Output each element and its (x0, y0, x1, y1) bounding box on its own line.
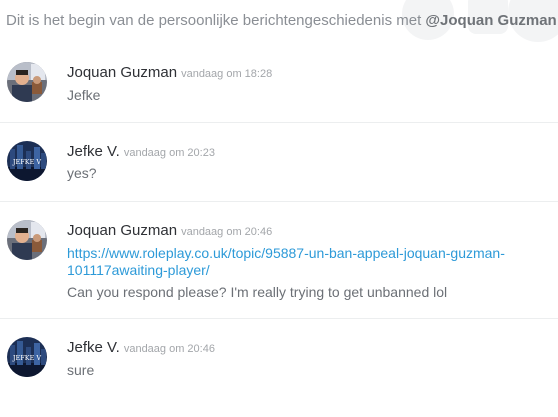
avatar-label: JEFKE V (12, 158, 42, 166)
link-text-line-1[interactable]: https://www.roleplay.co.uk/topic/95887-u… (67, 245, 505, 261)
message-text: sure (67, 362, 95, 378)
avatar-joquan[interactable] (7, 62, 47, 102)
message-username[interactable]: Jefke V. (67, 143, 120, 160)
avatar-jefke[interactable]: JEFKE V (7, 337, 47, 377)
message-divider (0, 201, 558, 202)
avatar-jefke[interactable]: JEFKE V (7, 141, 47, 181)
message-username[interactable]: Jefke V. (67, 339, 120, 356)
message-divider (0, 122, 558, 123)
message-timestamp: vandaag om 20:46 (181, 226, 273, 238)
city-skyline-avatar-icon: JEFKE V (7, 141, 47, 181)
city-skyline-avatar-icon: JEFKE V (7, 337, 47, 377)
message-link-continued[interactable]: 101117awaiting-player/ (67, 262, 210, 278)
intro-text: Dit is het begin van de persoonlijke ber… (6, 12, 426, 29)
message-text: yes? (67, 165, 97, 181)
message-timestamp: vandaag om 20:23 (123, 147, 215, 159)
user-mention[interactable]: @Joquan Guzman (425, 12, 556, 29)
avatar-joquan[interactable] (7, 220, 47, 260)
message-username[interactable]: Joquan Guzman (67, 222, 177, 239)
dm-chat-window: Dit is het begin van de persoonlijke ber… (0, 0, 558, 417)
avatar-label: JEFKE V (12, 354, 42, 362)
user-photo-avatar-icon (7, 62, 47, 102)
message-timestamp: vandaag om 18:28 (181, 68, 273, 80)
message-text: Can you respond please? I'm really tryin… (67, 284, 448, 300)
dm-history-intro: Dit is het begin van de persoonlijke ber… (6, 12, 558, 29)
message-link[interactable]: https://www.roleplay.co.uk/topic/95887-u… (67, 245, 505, 261)
link-text-line-2[interactable]: 101117awaiting-player/ (67, 262, 210, 278)
message-divider (0, 318, 558, 319)
user-photo-avatar-icon (7, 220, 47, 260)
message-username[interactable]: Joquan Guzman (67, 64, 177, 81)
message-timestamp: vandaag om 20:46 (123, 343, 215, 355)
message-text: Jefke (67, 87, 101, 103)
